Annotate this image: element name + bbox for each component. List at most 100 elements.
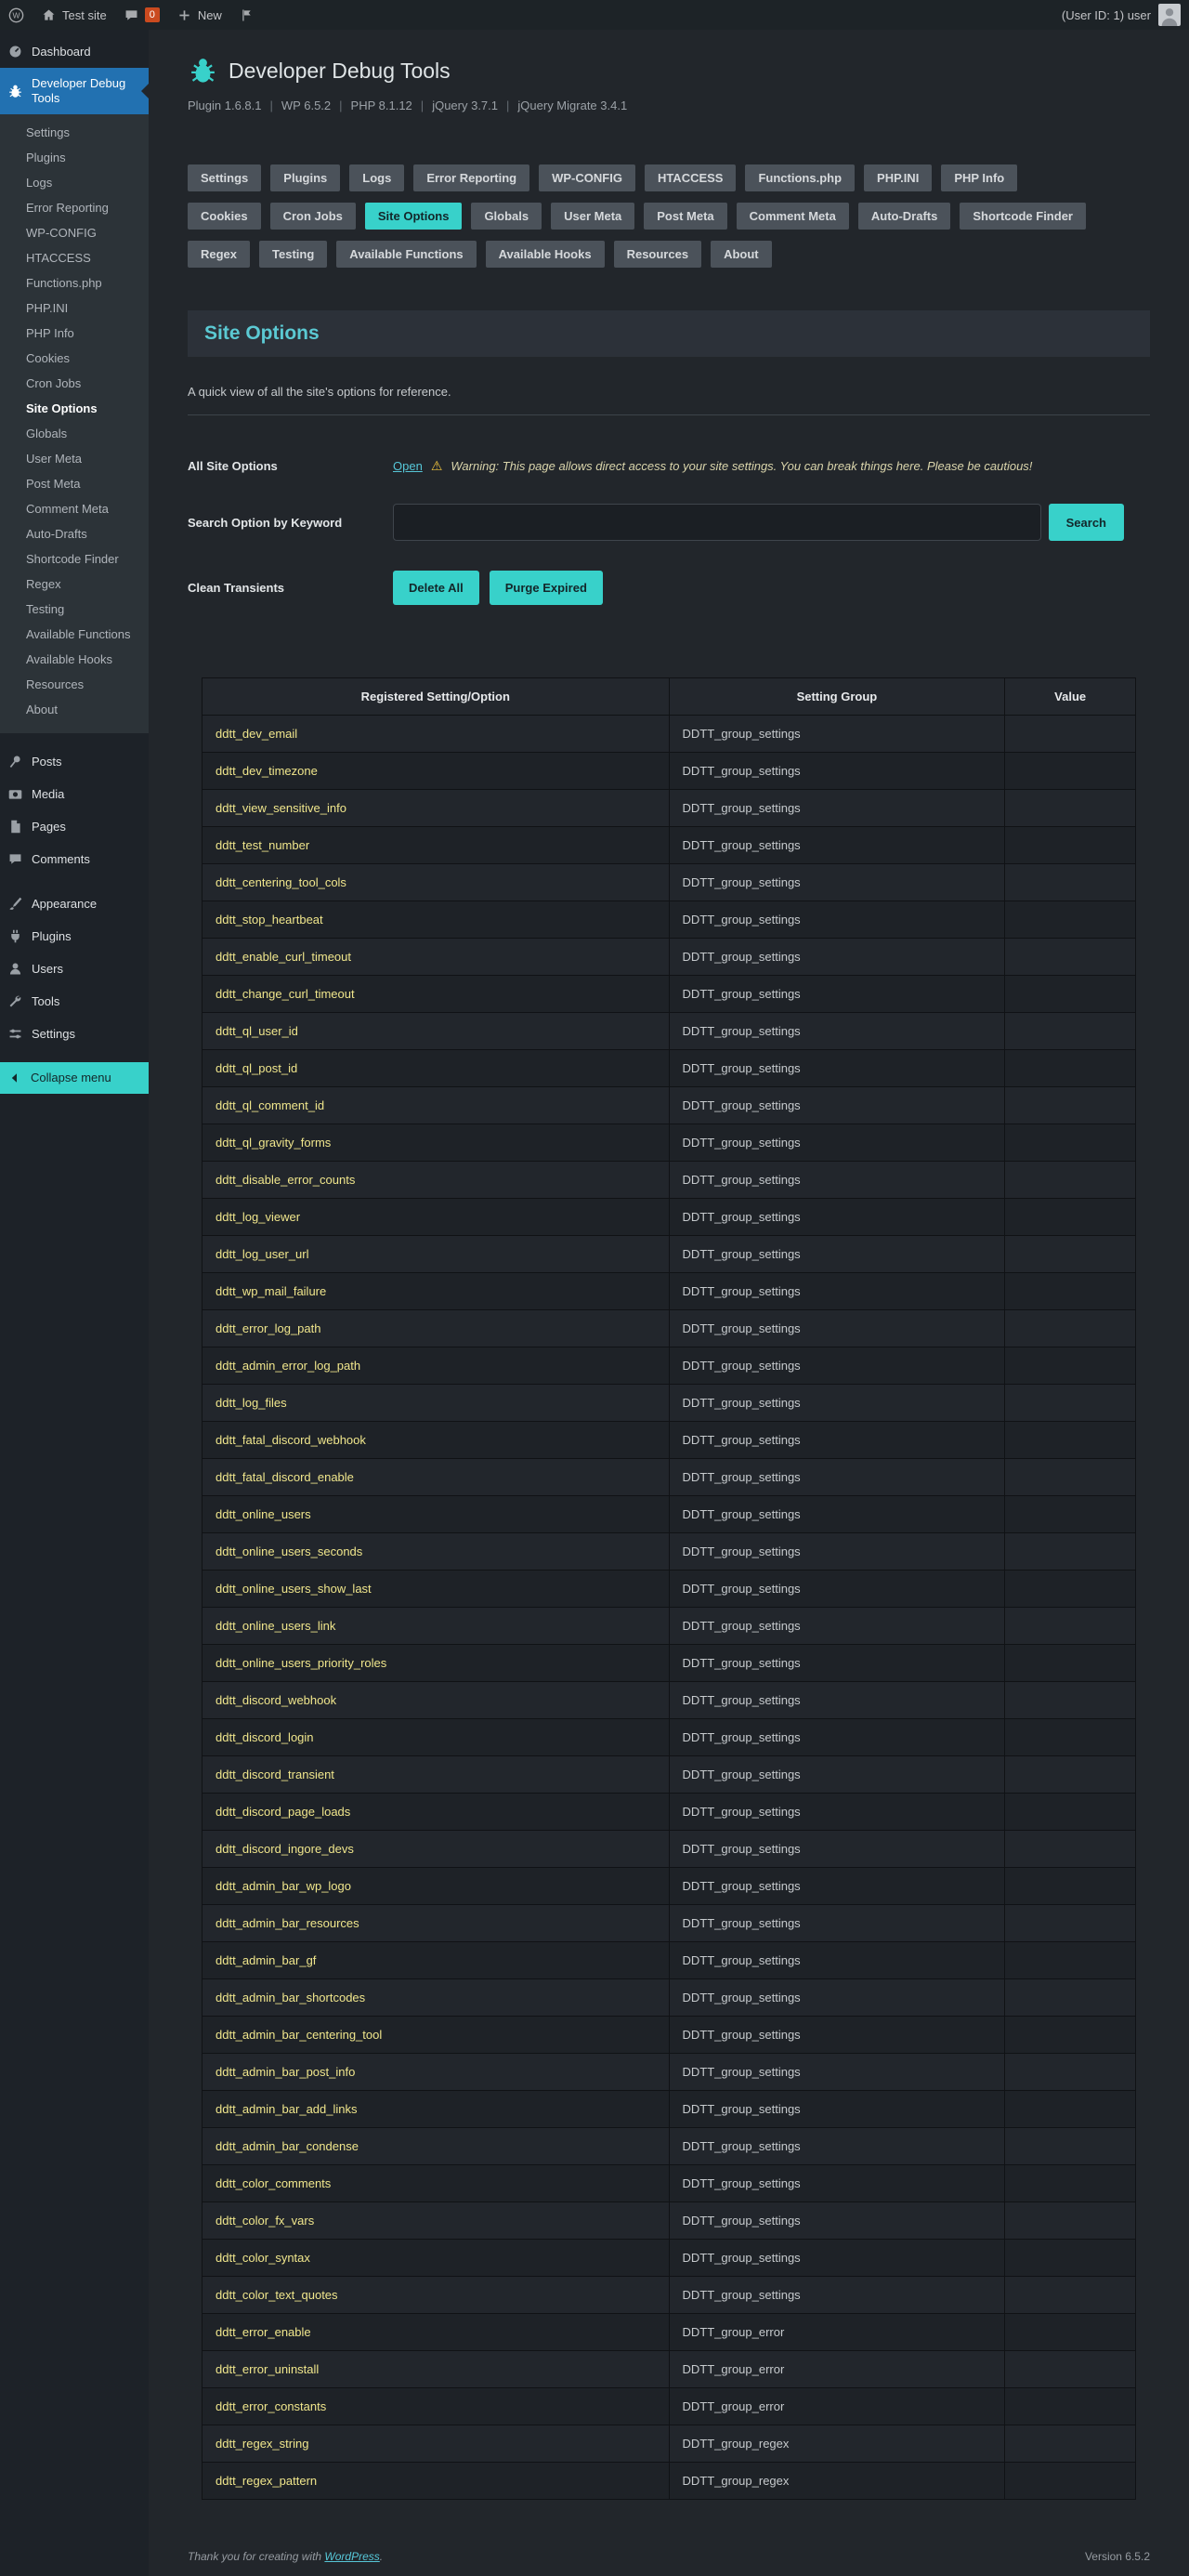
sidebar-item-media[interactable]: Media <box>0 778 149 810</box>
sidebar-subitem-comment-meta[interactable]: Comment Meta <box>0 496 149 521</box>
purge-expired-button[interactable]: Purge Expired <box>489 571 603 605</box>
new-content-menu[interactable]: New <box>168 0 230 30</box>
sidebar-subitem-functions-php[interactable]: Functions.php <box>0 270 149 296</box>
options-table-body: ddtt_dev_email DDTT_group_settings ddtt_de… <box>202 715 1136 2500</box>
sidebar-subitem-logs[interactable]: Logs <box>0 170 149 195</box>
tab-error-reporting[interactable]: Error Reporting <box>413 164 530 191</box>
sidebar-item-settings[interactable]: Settings <box>0 1018 149 1050</box>
site-name-link[interactable]: Test site <box>33 0 115 30</box>
plugin-header: Developer Debug Tools <box>188 56 1150 86</box>
debug-flag-menu[interactable] <box>230 0 263 30</box>
sidebar-subitem-cron-jobs[interactable]: Cron Jobs <box>0 371 149 396</box>
sidebar-subitem-php-info[interactable]: PHP Info <box>0 321 149 346</box>
tab-testing[interactable]: Testing <box>259 241 328 268</box>
sidebar-subitem-settings[interactable]: Settings <box>0 120 149 145</box>
wordpress-logo-menu[interactable]: W <box>0 0 33 30</box>
sidebar-subitem-about[interactable]: About <box>0 697 149 722</box>
section-title: Site Options <box>204 322 320 344</box>
sidebar-subitem-available-functions[interactable]: Available Functions <box>0 622 149 647</box>
sidebar-subitem-available-hooks[interactable]: Available Hooks <box>0 647 149 672</box>
sidebar-subitem-wp-config[interactable]: WP-CONFIG <box>0 220 149 245</box>
setting-group-cell: DDTT_group_settings <box>668 2016 1006 2054</box>
admin-layout: Dashboard Developer Debug Tools Settings… <box>0 30 1189 2576</box>
divider <box>188 414 1150 415</box>
search-button[interactable]: Search <box>1048 504 1124 541</box>
tab-functions-php[interactable]: Functions.php <box>745 164 856 191</box>
sidebar-item-label: Plugins <box>32 928 72 943</box>
sidebar-subitem-cookies[interactable]: Cookies <box>0 346 149 371</box>
open-options-link[interactable]: Open <box>393 459 423 473</box>
tab-resources[interactable]: Resources <box>613 241 702 268</box>
sidebar-item-developer-debug-tools[interactable]: Developer Debug Tools <box>0 68 149 114</box>
sidebar-subitem-shortcode-finder[interactable]: Shortcode Finder <box>0 546 149 572</box>
tab-globals[interactable]: Globals <box>471 203 542 230</box>
setting-group-cell: DDTT_group_settings <box>668 1830 1006 1868</box>
tab-available-functions[interactable]: Available Functions <box>336 241 477 268</box>
tab-site-options[interactable]: Site Options <box>364 203 463 230</box>
tab-available-hooks[interactable]: Available Hooks <box>485 241 605 268</box>
sidebar-subitem-auto-drafts[interactable]: Auto-Drafts <box>0 521 149 546</box>
tab-about[interactable]: About <box>711 241 772 268</box>
setting-group-cell: DDTT_group_regex <box>668 2425 1006 2463</box>
tab-cookies[interactable]: Cookies <box>188 203 261 230</box>
table-row: ddtt_admin_bar_gf DDTT_group_settings <box>202 1941 1136 1979</box>
sidebar-item-appearance[interactable]: Appearance <box>0 887 149 920</box>
value-cell <box>1004 1012 1136 1050</box>
settings-icon <box>7 1026 23 1042</box>
setting-group-cell: DDTT_group_error <box>668 2350 1006 2388</box>
option-name-cell: ddtt_admin_error_log_path <box>202 1347 670 1385</box>
comments-menu[interactable]: 0 <box>115 0 168 30</box>
delete-all-button[interactable]: Delete All <box>393 571 479 605</box>
sidebar-item-dashboard[interactable]: Dashboard <box>0 35 149 68</box>
sidebar-subitem-testing[interactable]: Testing <box>0 597 149 622</box>
section-heading-bar: Site Options <box>188 310 1150 357</box>
sidebar-subitem-user-meta[interactable]: User Meta <box>0 446 149 471</box>
site-options-form: All Site Options Open ⚠ Warning: This pa… <box>188 458 1150 605</box>
sidebar-subitem-site-options[interactable]: Site Options <box>0 396 149 421</box>
sidebar-subitem-plugins[interactable]: Plugins <box>0 145 149 170</box>
option-name-cell: ddtt_online_users <box>202 1495 670 1533</box>
value-cell <box>1004 863 1136 901</box>
meta-separator: | <box>420 99 425 112</box>
tab-logs[interactable]: Logs <box>349 164 405 191</box>
option-name-cell: ddtt_admin_bar_shortcodes <box>202 1978 670 2017</box>
sidebar-subitem-globals[interactable]: Globals <box>0 421 149 446</box>
setting-group-cell: DDTT_group_settings <box>668 1793 1006 1831</box>
sidebar-item-comments[interactable]: Comments <box>0 843 149 875</box>
my-account-menu[interactable]: (User ID: 1) user <box>1053 0 1189 30</box>
tab-htaccess[interactable]: HTACCESS <box>644 164 737 191</box>
tab-post-meta[interactable]: Post Meta <box>644 203 727 230</box>
tab-regex[interactable]: Regex <box>188 241 251 268</box>
tab-auto-drafts[interactable]: Auto-Drafts <box>857 203 951 230</box>
sidebar-subitem-regex[interactable]: Regex <box>0 572 149 597</box>
sidebar-item-tools[interactable]: Tools <box>0 985 149 1018</box>
option-name-cell: ddtt_admin_bar_condense <box>202 2127 670 2165</box>
tab-shortcode-finder[interactable]: Shortcode Finder <box>960 203 1086 230</box>
sidebar-item-users[interactable]: Users <box>0 953 149 985</box>
appearance-icon <box>7 896 23 912</box>
value-cell <box>1004 1421 1136 1459</box>
tab-php-info[interactable]: PHP Info <box>941 164 1018 191</box>
sidebar-item-pages[interactable]: Pages <box>0 810 149 843</box>
sidebar-item-plugins[interactable]: Plugins <box>0 920 149 953</box>
sidebar-subitem-post-meta[interactable]: Post Meta <box>0 471 149 496</box>
search-option-input[interactable] <box>393 504 1041 541</box>
option-name-cell: ddtt_error_constants <box>202 2387 670 2425</box>
tab-plugins[interactable]: Plugins <box>270 164 341 191</box>
sidebar-subitem-php-ini[interactable]: PHP.INI <box>0 296 149 321</box>
setting-group-cell: DDTT_group_settings <box>668 2239 1006 2277</box>
sidebar-subitem-error-reporting[interactable]: Error Reporting <box>0 195 149 220</box>
table-row: ddtt_ql_user_id DDTT_group_settings <box>202 1012 1136 1050</box>
collapse-menu-button[interactable]: Collapse menu <box>0 1062 149 1094</box>
sidebar-subitem-htaccess[interactable]: HTACCESS <box>0 245 149 270</box>
tab-cron-jobs[interactable]: Cron Jobs <box>269 203 356 230</box>
tab-comment-meta[interactable]: Comment Meta <box>736 203 849 230</box>
tab-wp-config[interactable]: WP-CONFIG <box>539 164 635 191</box>
tab-php-ini[interactable]: PHP.INI <box>864 164 933 191</box>
tab-user-meta[interactable]: User Meta <box>551 203 635 230</box>
wordpress-link[interactable]: WordPress <box>324 2550 379 2563</box>
sidebar-subitem-resources[interactable]: Resources <box>0 672 149 697</box>
sidebar-item-posts[interactable]: Posts <box>0 745 149 778</box>
tab-settings[interactable]: Settings <box>188 164 262 191</box>
table-row: ddtt_log_viewer DDTT_group_settings <box>202 1198 1136 1236</box>
